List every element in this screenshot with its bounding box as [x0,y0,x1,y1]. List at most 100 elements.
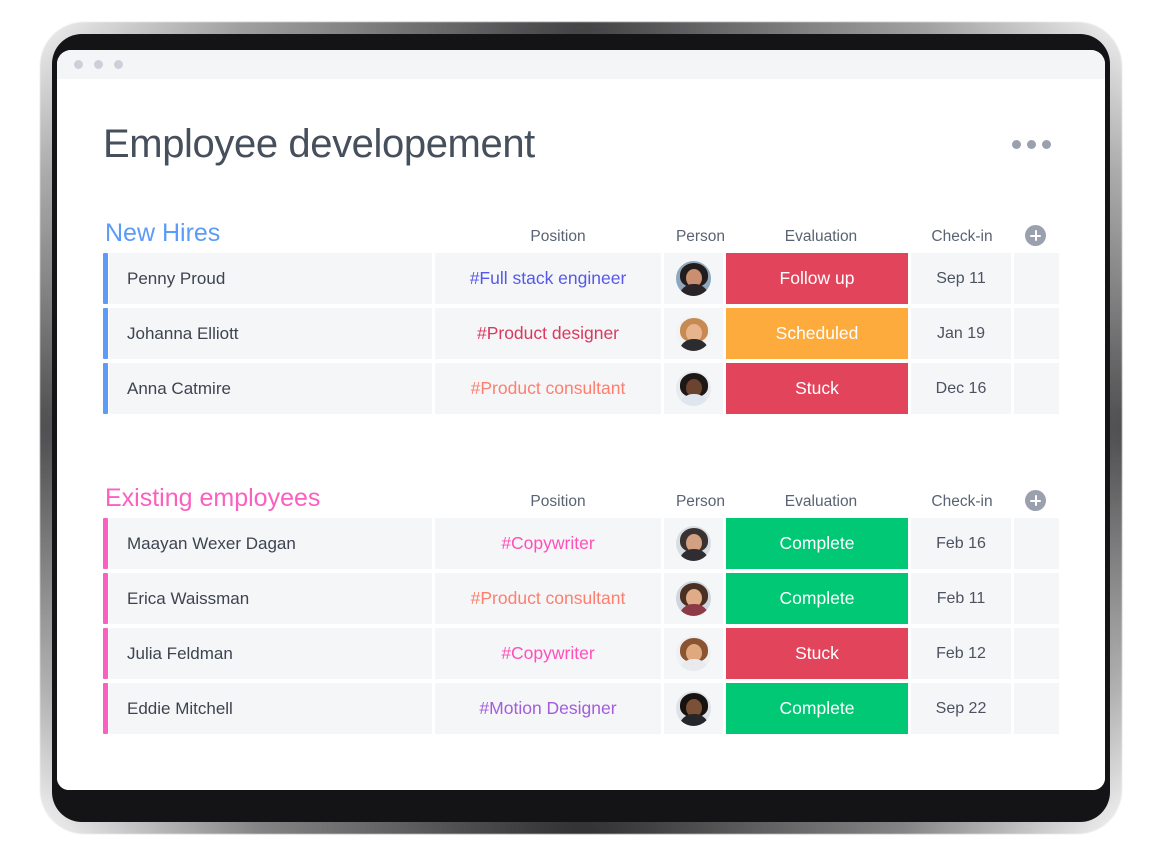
row-accent-bar [103,253,108,304]
avatar-johanna-elliott[interactable] [676,316,711,351]
window-dot-minimize-icon[interactable] [94,60,103,69]
row-accent-bar [103,308,108,359]
section-header-new-hires: New Hires PositionPersonEvaluationCheck-i… [103,214,1059,246]
row-accent-bar [103,363,108,414]
cell-evaluation-status[interactable]: Follow up [726,253,908,304]
window-dot-maximize-icon[interactable] [114,60,123,69]
column-header-position[interactable]: Position [445,229,671,247]
cell-position[interactable]: #Product consultant [435,363,661,414]
avatar-body [679,284,709,296]
avatar-body [679,714,709,726]
row-accent-bar [103,628,108,679]
cell-evaluation-status[interactable]: Scheduled [726,308,908,359]
board-sections: New HiresPositionPersonEvaluationCheck-i… [103,214,1059,734]
table-row[interactable]: Penny Proud#Full stack engineer Follow up… [103,253,1059,304]
cell-person[interactable] [664,308,723,359]
kebab-dot-1-icon [1012,140,1021,149]
table-row[interactable]: Maayan Wexer Dagan#Copywriter CompleteFeb… [103,518,1059,569]
cell-evaluation-status[interactable]: Stuck [726,363,908,414]
cell-position[interactable]: #Copywriter [435,628,661,679]
add-column-icon[interactable] [1025,490,1046,511]
column-header-person[interactable]: Person [671,229,730,247]
table-row[interactable]: Eddie Mitchell#Motion Designer CompleteSe… [103,683,1059,734]
avatar-body [679,394,709,406]
column-header-person[interactable]: Person [671,494,730,512]
add-column-icon[interactable] [1025,225,1046,246]
column-header-checkin[interactable]: Check-in [912,494,1012,512]
cell-evaluation-status[interactable]: Complete [726,573,908,624]
avatar-body [679,339,709,351]
section-header-existing-employees: Existing employees PositionPersonEvaluati… [103,479,1059,511]
cell-position[interactable]: #Copywriter [435,518,661,569]
cell-person[interactable] [664,253,723,304]
table-row[interactable]: Erica Waissman#Product consultant Complet… [103,573,1059,624]
window-dot-close-icon[interactable] [74,60,83,69]
cell-checkin-date[interactable]: Dec 16 [911,363,1011,414]
cell-person[interactable] [664,363,723,414]
cell-name[interactable]: Maayan Wexer Dagan [109,518,432,569]
column-header-checkin[interactable]: Check-in [912,229,1012,247]
cell-empty[interactable] [1014,363,1059,414]
cell-empty[interactable] [1014,308,1059,359]
avatar-body [679,659,709,671]
avatar-julia-feldman[interactable] [676,636,711,671]
avatar-body [679,604,709,616]
cell-person[interactable] [664,573,723,624]
kebab-menu-icon[interactable] [1010,134,1053,155]
row-accent-bar [103,683,108,734]
section-existing-employees: Existing employees PositionPersonEvaluati… [103,479,1059,734]
cell-evaluation-status[interactable]: Complete [726,518,908,569]
section-title-new-hires[interactable]: New Hires [103,221,220,246]
cell-evaluation-status[interactable]: Complete [726,683,908,734]
cell-empty[interactable] [1014,253,1059,304]
cell-position[interactable]: #Motion Designer [435,683,661,734]
column-header-position[interactable]: Position [445,494,671,512]
avatar-body [679,549,709,561]
cell-person[interactable] [664,518,723,569]
cell-person[interactable] [664,683,723,734]
cell-name[interactable]: Erica Waissman [109,573,432,624]
cell-evaluation-status[interactable]: Stuck [726,628,908,679]
cell-empty[interactable] [1014,683,1059,734]
column-header-evaluation[interactable]: Evaluation [730,229,912,247]
avatar-erica-waissman[interactable] [676,581,711,616]
cell-person[interactable] [664,628,723,679]
cell-position[interactable]: #Full stack engineer [435,253,661,304]
cell-checkin-date[interactable]: Feb 11 [911,573,1011,624]
row-accent-bar [103,518,108,569]
avatar-anna-catmire[interactable] [676,371,711,406]
cell-empty[interactable] [1014,573,1059,624]
section-new-hires: New Hires PositionPersonEvaluationCheck-i… [103,214,1059,414]
cell-name[interactable]: Anna Catmire [109,363,432,414]
cell-checkin-date[interactable]: Sep 11 [911,253,1011,304]
screenshot-stage: Employee developement New HiresPositionP… [0,0,1160,854]
cell-name[interactable]: Johanna Elliott [109,308,432,359]
section-rows-existing-employees: Maayan Wexer Dagan#CopywriterCompleteFeb… [103,518,1059,734]
cell-empty[interactable] [1014,518,1059,569]
avatar-maayan-wexer-dagan[interactable] [676,526,711,561]
column-headers: PositionPersonEvaluationCheck-in [445,225,1059,246]
cell-name[interactable]: Penny Proud [109,253,432,304]
kebab-dot-3-icon [1042,140,1051,149]
section-title-existing-employees[interactable]: Existing employees [103,486,320,511]
column-header-evaluation[interactable]: Evaluation [730,494,912,512]
avatar-eddie-mitchell[interactable] [676,691,711,726]
row-accent-bar [103,573,108,624]
cell-checkin-date[interactable]: Feb 12 [911,628,1011,679]
cell-name[interactable]: Julia Feldman [109,628,432,679]
table-row[interactable]: Julia Feldman#Copywriter StuckFeb 12 [103,628,1059,679]
add-column-cell [1012,490,1059,511]
section-rows-new-hires: Penny Proud#Full stack engineer Follow up… [103,253,1059,414]
cell-checkin-date[interactable]: Feb 16 [911,518,1011,569]
cell-name[interactable]: Eddie Mitchell [109,683,432,734]
table-row[interactable]: Anna Catmire#Product consultant StuckDec … [103,363,1059,414]
column-headers: PositionPersonEvaluationCheck-in [445,490,1059,511]
kebab-dot-2-icon [1027,140,1036,149]
cell-position[interactable]: #Product designer [435,308,661,359]
avatar-penny-proud[interactable] [676,261,711,296]
cell-empty[interactable] [1014,628,1059,679]
cell-position[interactable]: #Product consultant [435,573,661,624]
table-row[interactable]: Johanna Elliott#Product designer Schedule… [103,308,1059,359]
cell-checkin-date[interactable]: Jan 19 [911,308,1011,359]
cell-checkin-date[interactable]: Sep 22 [911,683,1011,734]
